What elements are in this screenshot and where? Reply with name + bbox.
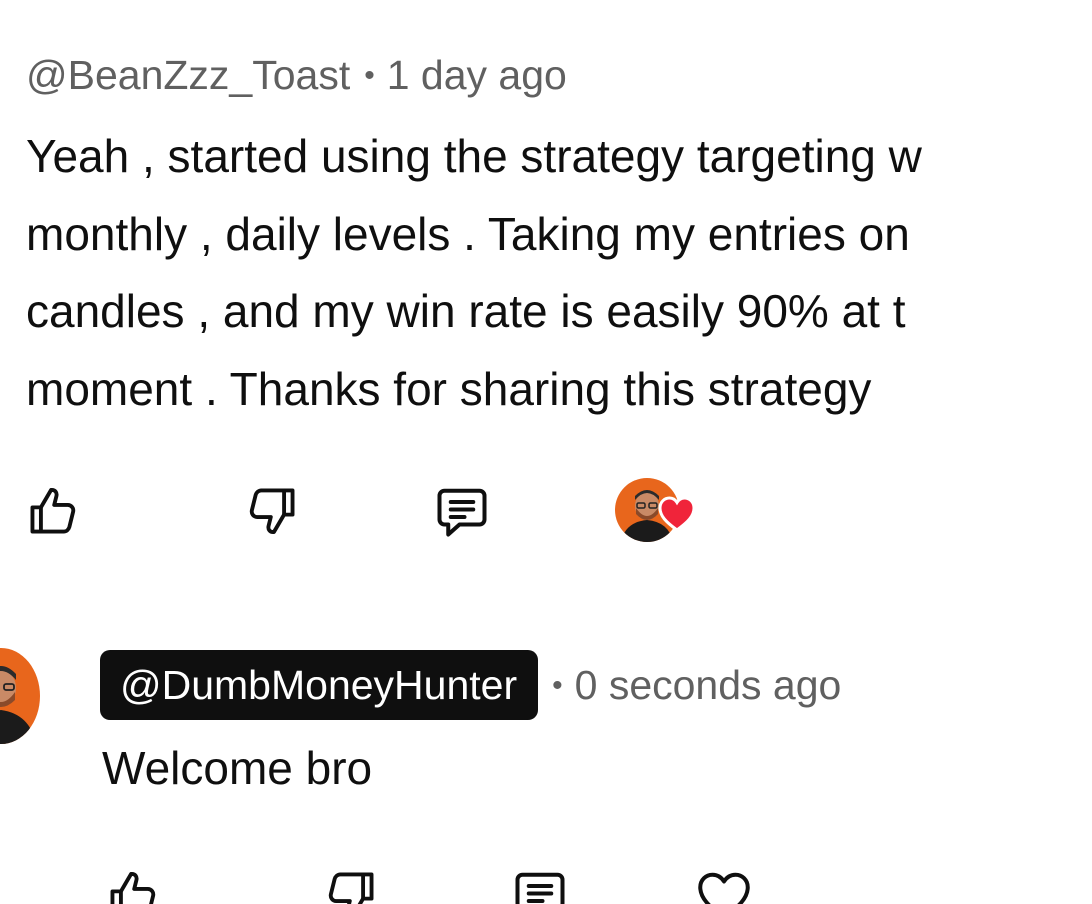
comment-text-line: moment . Thanks for sharing this strateg…: [26, 362, 872, 415]
creator-avatar-image: [0, 648, 40, 744]
thumb-up-icon[interactable]: [24, 482, 82, 540]
thumb-down-icon[interactable]: [322, 866, 380, 904]
thumb-up-icon[interactable]: [104, 866, 162, 904]
comment-author[interactable]: @BeanZzz_Toast: [26, 52, 350, 98]
meta-separator: •: [552, 669, 563, 702]
avatar[interactable]: [0, 648, 40, 744]
heart-icon: [658, 496, 696, 532]
meta-separator: •: [364, 59, 375, 92]
creator-heart-badge[interactable]: [615, 478, 697, 560]
reply-action-bar: [0, 862, 800, 904]
comment-text-line: monthly , daily levels . Taking my entri…: [26, 207, 910, 260]
comment-text-line: candles , and my win rate is easily 90% …: [26, 285, 906, 337]
reply-timestamp[interactable]: 0 seconds ago: [575, 662, 842, 708]
reply-text: Welcome bro: [102, 742, 373, 794]
comment-text: Yeah , started using the strategy target…: [26, 118, 1092, 428]
comment-header: @BeanZzz_Toast • 1 day ago: [26, 50, 567, 101]
reply-item: @DumbMoneyHunter • 0 seconds ago Welcome b…: [0, 600, 1092, 904]
creator-handle-badge[interactable]: @DumbMoneyHunter: [100, 650, 539, 720]
reply-header: @DumbMoneyHunter • 0 seconds ago: [100, 650, 841, 721]
reply-icon[interactable]: [510, 866, 570, 904]
reply-icon[interactable]: [432, 482, 492, 542]
comment-text-line: Yeah , started using the strategy target…: [26, 130, 922, 182]
comment-item: @BeanZzz_Toast • 1 day ago Yeah , started …: [0, 0, 1092, 600]
thumb-down-icon[interactable]: [243, 482, 301, 540]
comment-action-bar: [0, 470, 760, 550]
heart-outline-icon[interactable]: [694, 866, 754, 904]
comment-timestamp[interactable]: 1 day ago: [387, 52, 567, 98]
